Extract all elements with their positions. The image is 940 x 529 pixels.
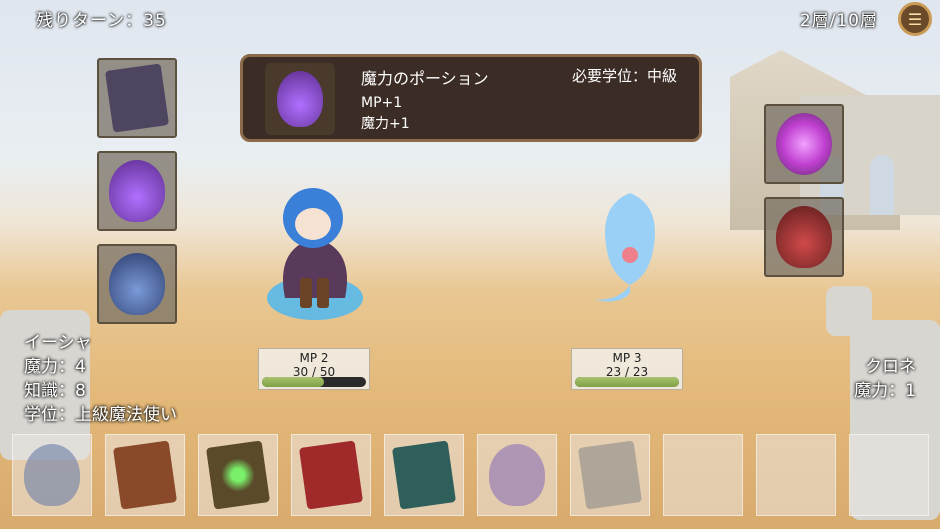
rock bbox=[826, 286, 872, 336]
item-tooltip: 魔力のポーション 必要学位：中級 MP+1 魔力+1 bbox=[240, 54, 702, 142]
enemy-magic: 魔力：1 bbox=[854, 381, 916, 401]
list-icon: ☰ bbox=[907, 9, 923, 29]
player-rank: 学位：上級魔法使い bbox=[24, 405, 177, 425]
hand-slot-8[interactable] bbox=[663, 434, 743, 516]
tooltip-requirement: 必要学位：中級 bbox=[571, 67, 677, 85]
enemy-name: クロネ bbox=[865, 357, 916, 377]
player-magic: 魔力：4 bbox=[24, 357, 86, 377]
right-item-slot-1[interactable] bbox=[764, 104, 844, 184]
player-character-sprite[interactable] bbox=[255, 168, 375, 328]
mana-potion-icon bbox=[109, 160, 165, 222]
vortex-spell-icon bbox=[776, 113, 832, 175]
hand-slot-1[interactable] bbox=[12, 434, 92, 516]
hand-slot-4[interactable] bbox=[291, 434, 371, 516]
spellbook-dark-icon bbox=[104, 63, 170, 133]
menu-button[interactable]: ☰ bbox=[898, 2, 932, 36]
ice-flask-icon bbox=[24, 444, 80, 506]
hand-slot-2[interactable] bbox=[105, 434, 185, 516]
tooltip-effect: MP+1 bbox=[361, 95, 403, 111]
right-item-slot-2[interactable] bbox=[764, 197, 844, 277]
arch-opening bbox=[870, 155, 894, 215]
tooltip-item-name: 魔力のポーション bbox=[361, 69, 489, 88]
hand-slot-6[interactable] bbox=[477, 434, 557, 516]
tooltip-item-icon-frame bbox=[265, 63, 335, 135]
enemy-mp-panel: MP 3 23 / 23 bbox=[571, 348, 683, 390]
teal-book-icon bbox=[391, 440, 457, 510]
enemy-ghost-sprite[interactable] bbox=[590, 185, 670, 315]
brown-book-icon bbox=[112, 440, 178, 510]
enemy-mp-label: MP 3 bbox=[612, 351, 642, 365]
player-knowledge: 知識：8 bbox=[24, 381, 86, 401]
hand-slot-7[interactable] bbox=[570, 434, 650, 516]
player-mp-label: MP 2 bbox=[299, 351, 329, 365]
turns-remaining: 残りターン：35 bbox=[36, 11, 167, 31]
red-book-icon bbox=[298, 440, 364, 510]
enemy-mp-bar-fill bbox=[575, 377, 679, 387]
player-name: イーシャ bbox=[24, 333, 92, 353]
player-mp-bar bbox=[262, 377, 366, 387]
floor-indicator: 2層/10層 bbox=[799, 11, 878, 31]
left-item-slot-1[interactable] bbox=[97, 58, 177, 138]
hand-slot-10[interactable] bbox=[849, 434, 929, 516]
mana-potion-icon bbox=[277, 71, 323, 127]
ice-flask-icon bbox=[109, 253, 165, 315]
left-item-slot-3[interactable] bbox=[97, 244, 177, 324]
left-item-slot-2[interactable] bbox=[97, 151, 177, 231]
grey-book-icon bbox=[577, 440, 643, 510]
mana-potion-icon bbox=[489, 444, 545, 506]
tooltip-effect: 魔力+1 bbox=[361, 116, 410, 132]
hand-slot-9[interactable] bbox=[756, 434, 836, 516]
enemy-mp-bar bbox=[575, 377, 679, 387]
player-mp-panel: MP 2 30 / 50 bbox=[258, 348, 370, 390]
player-mp-bar-fill bbox=[262, 377, 325, 387]
fire-flask-icon bbox=[776, 206, 832, 268]
emerald-book-icon bbox=[205, 440, 271, 510]
hand-slot-3[interactable] bbox=[198, 434, 278, 516]
hand-slot-5[interactable] bbox=[384, 434, 464, 516]
